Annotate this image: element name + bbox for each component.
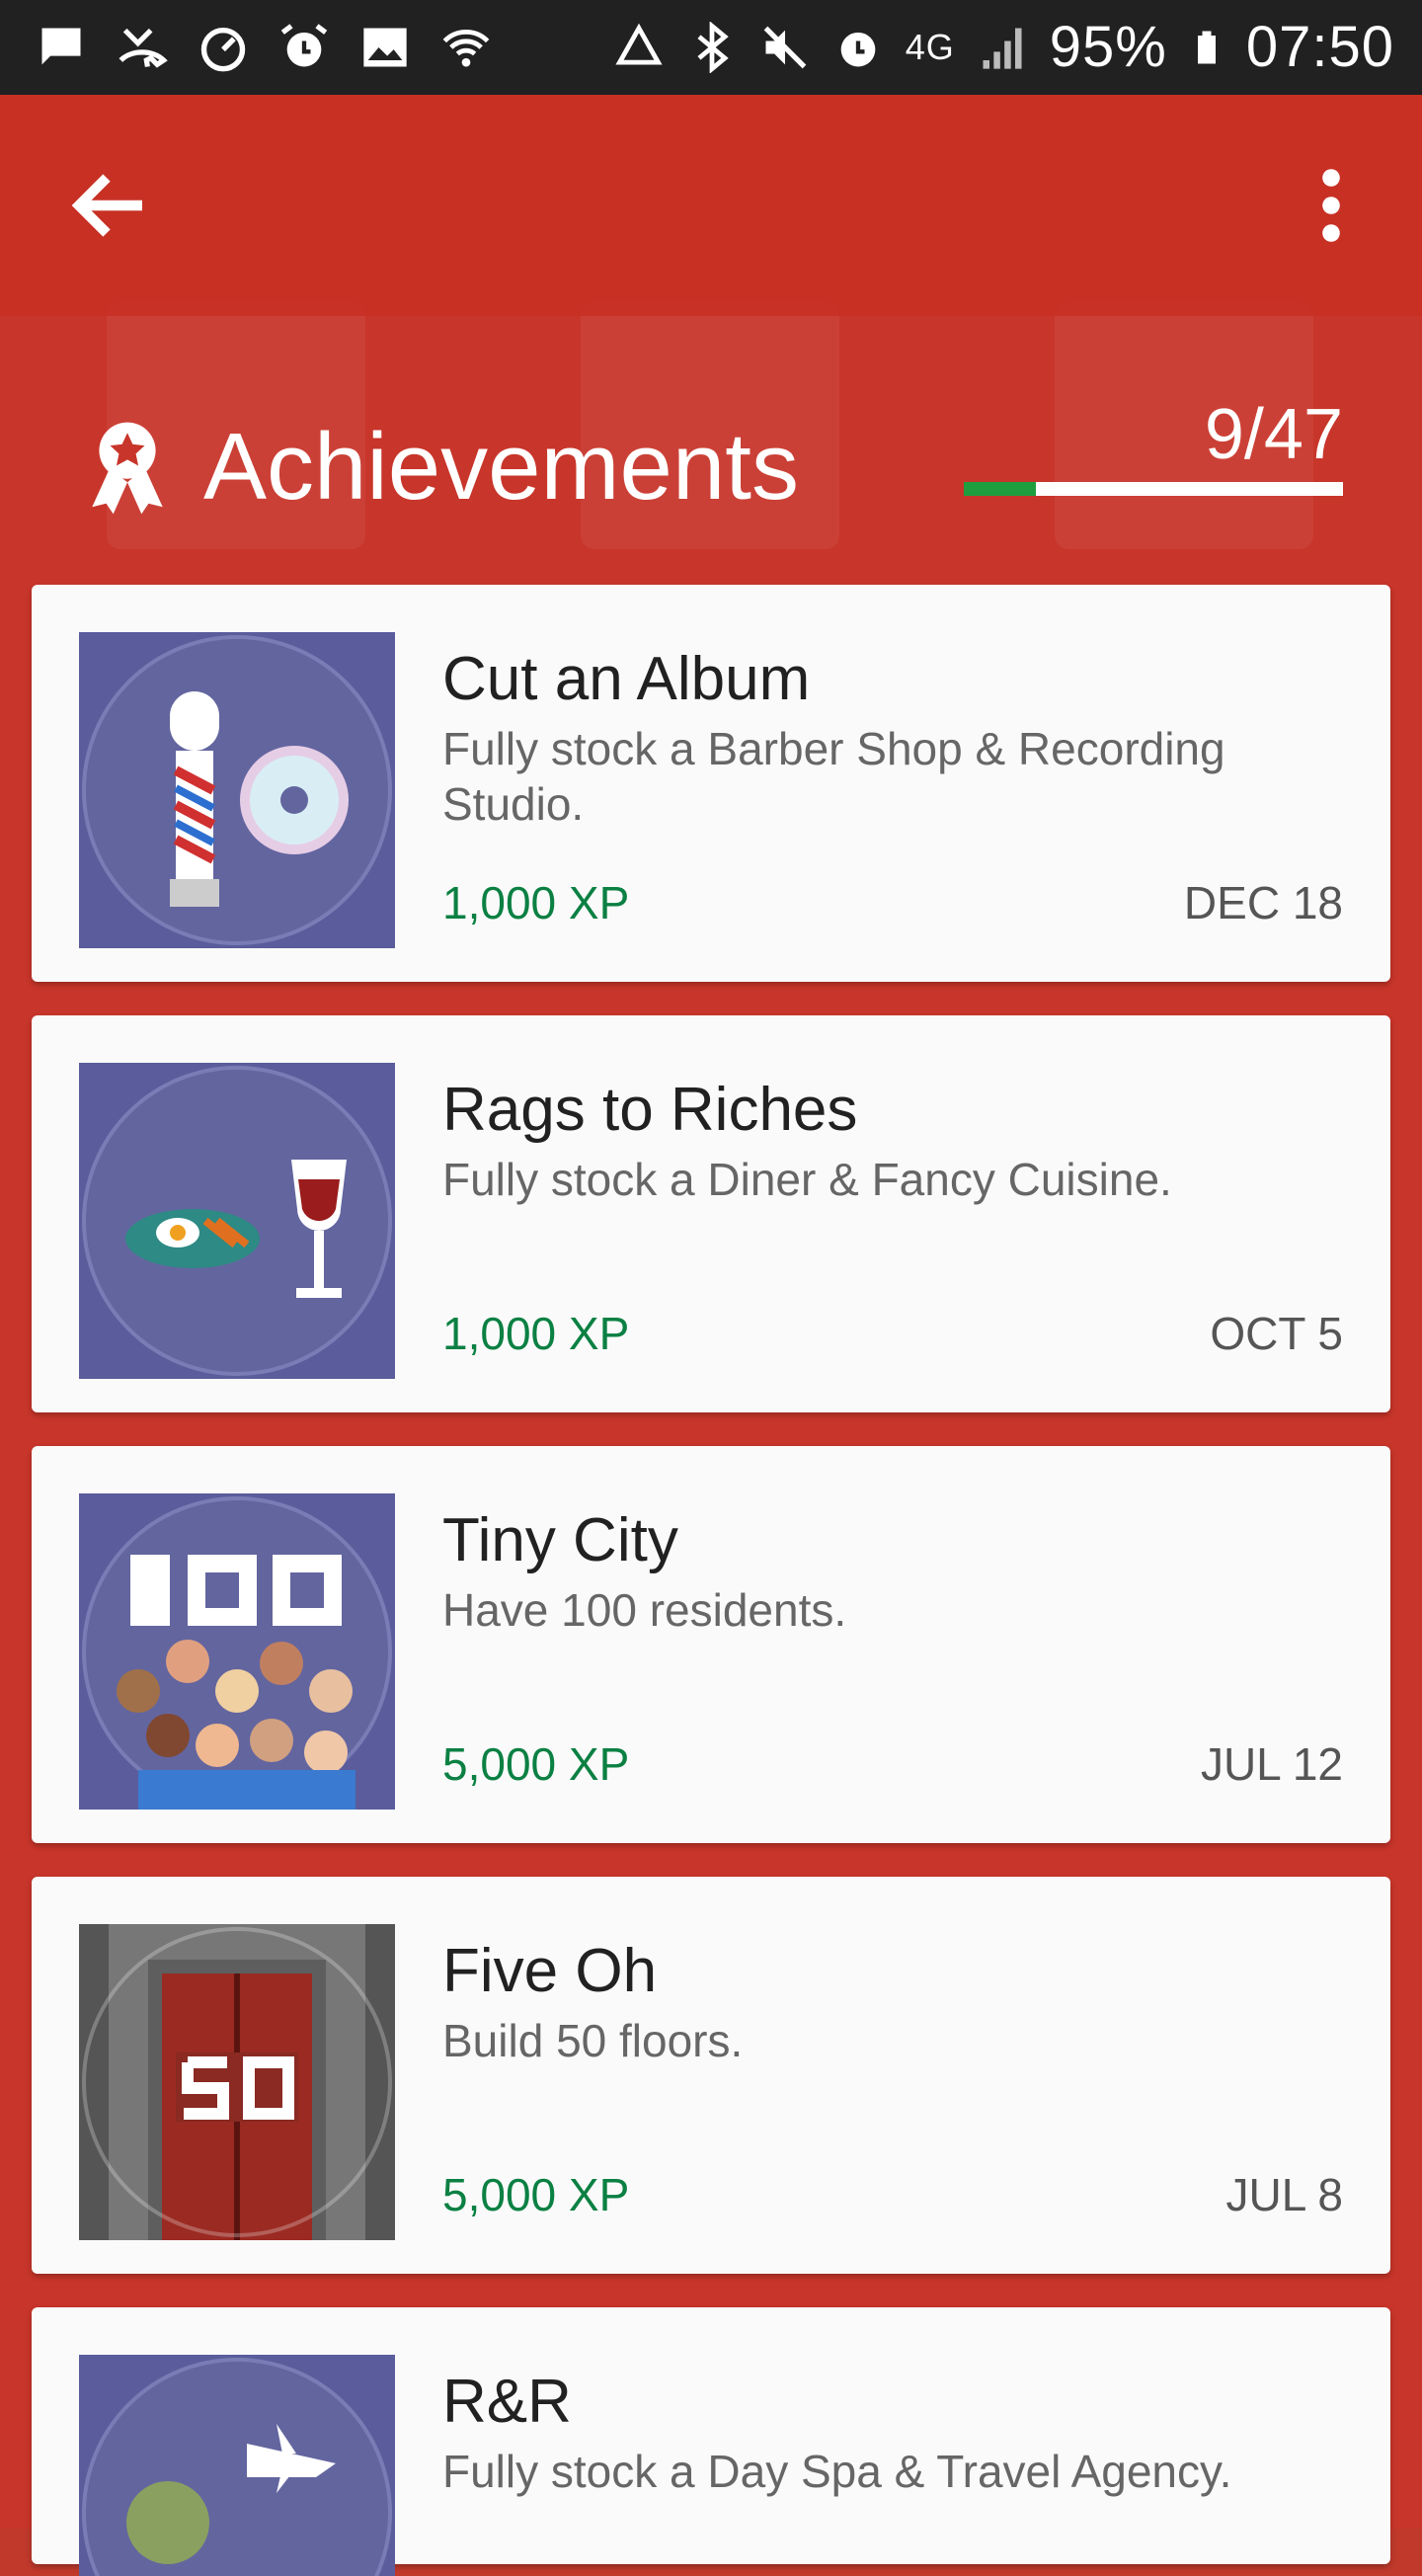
achievement-badge-image xyxy=(79,2355,395,2576)
achievement-date: DEC 18 xyxy=(1183,877,1343,928)
network-label: 4G xyxy=(905,26,955,67)
achievement-card[interactable]: Rags to Riches Fully stock a Diner & Fan… xyxy=(32,1015,1390,1412)
battery-percent: 95% xyxy=(1049,15,1167,79)
image-icon xyxy=(363,28,407,67)
achievement-badge-image xyxy=(79,1063,395,1379)
achievement-card[interactable]: Cut an Album Fully stock a Barber Shop &… xyxy=(32,585,1390,982)
award-ribbon-icon xyxy=(92,422,163,515)
more-options-icon[interactable] xyxy=(1284,158,1379,253)
achievement-badge-image xyxy=(79,1493,395,1810)
back-arrow-icon[interactable] xyxy=(63,158,158,253)
achievement-title: R&R xyxy=(442,2368,572,2436)
achievement-date: JUL 12 xyxy=(1200,1738,1343,1790)
achievement-description: Fully stock a Day Spa & Travel Agency. xyxy=(442,2446,1232,2497)
message-icon xyxy=(41,28,81,65)
missed-call-icon xyxy=(118,28,168,68)
battery-icon xyxy=(1197,31,1216,63)
clock: 07:50 xyxy=(1245,15,1394,79)
achievement-date: OCT 5 xyxy=(1210,1308,1343,1359)
recycle-icon xyxy=(615,23,663,65)
achievement-progress-bar xyxy=(964,482,1343,496)
status-bar: 4G 95% 07:50 xyxy=(0,0,1422,95)
alarm-icon xyxy=(280,24,328,67)
bluetooth-icon xyxy=(697,21,729,73)
achievement-description: Fully stock a Barber Shop & Recording St… xyxy=(442,723,1225,830)
achievement-description: Build 50 floors. xyxy=(442,2015,744,2066)
achievement-card[interactable]: R&R Fully stock a Day Spa & Travel Agenc… xyxy=(32,2307,1390,2576)
achievement-title: Rags to Riches xyxy=(442,1076,858,1144)
achievement-description: Fully stock a Diner & Fancy Cuisine. xyxy=(442,1154,1172,1205)
achievement-title: Tiny City xyxy=(442,1506,678,1574)
achievement-badge-image xyxy=(79,1924,395,2240)
achievement-date: JUL 8 xyxy=(1225,2169,1343,2220)
achievement-card[interactable]: Tiny City Have 100 residents. 5,000 XP J… xyxy=(32,1446,1390,1843)
achievement-xp: 5,000 XP xyxy=(442,1738,630,1790)
achievement-title: Five Oh xyxy=(442,1937,658,2005)
achievement-xp: 1,000 XP xyxy=(442,1308,630,1359)
achievement-title: Cut an Album xyxy=(442,645,811,713)
page-title: Achievements xyxy=(203,414,799,520)
achievement-progress-fill xyxy=(964,482,1036,496)
alarm-icon xyxy=(840,32,876,66)
achievement-count: 9/47 xyxy=(1204,395,1343,474)
achievement-xp: 1,000 XP xyxy=(442,877,630,928)
notification-icons xyxy=(36,22,492,73)
speedometer-icon xyxy=(200,27,246,72)
wifi-icon xyxy=(442,30,490,67)
signal-icon xyxy=(983,28,1022,69)
achievement-card[interactable]: Five Oh Build 50 floors. 5,000 XP JUL 8 xyxy=(32,1877,1390,2274)
achievement-description: Have 100 residents. xyxy=(442,1584,847,1636)
mute-icon xyxy=(763,26,807,68)
achievement-badge-image xyxy=(79,632,395,948)
system-status: 4G 95% 07:50 xyxy=(613,14,1394,80)
achievement-xp: 5,000 XP xyxy=(442,2169,630,2220)
app-toolbar xyxy=(0,95,1422,316)
